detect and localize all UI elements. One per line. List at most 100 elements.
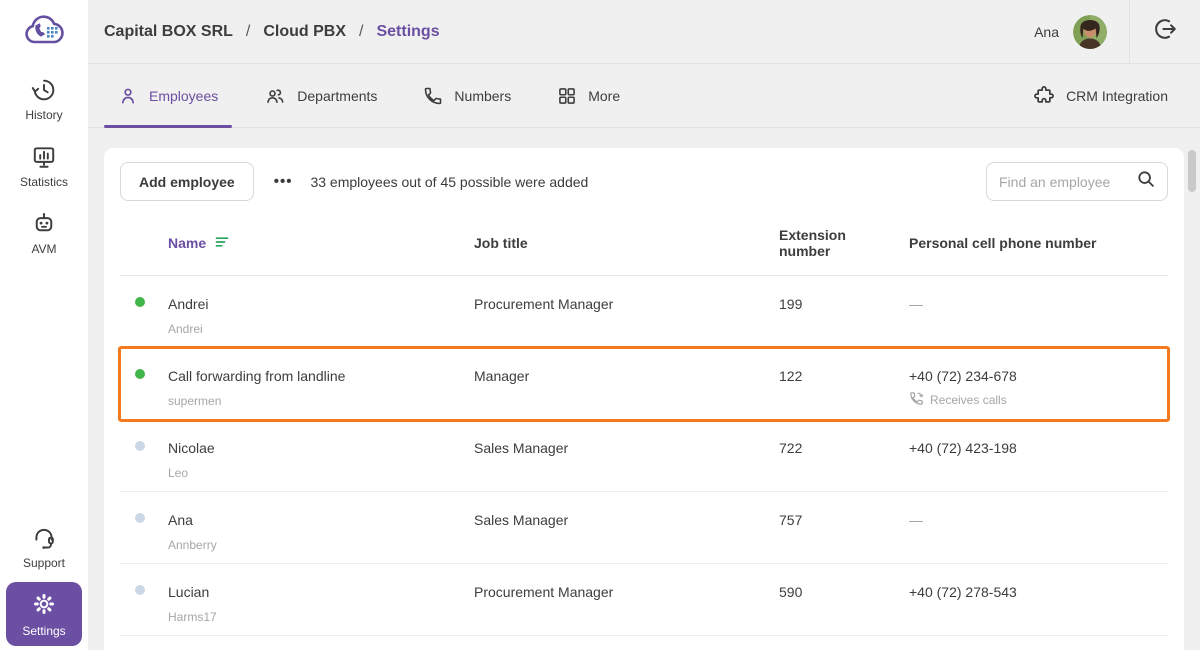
- logout-button[interactable]: [1130, 0, 1200, 63]
- add-employee-button[interactable]: Add employee: [120, 162, 254, 201]
- job-title-cell: Procurement Manager: [474, 584, 614, 600]
- people-icon: [264, 86, 286, 106]
- user-name: Ana: [1034, 23, 1059, 40]
- sort-icon: [214, 235, 230, 252]
- breadcrumb-separator: /: [359, 22, 364, 40]
- breadcrumb-cloud-pbx[interactable]: Cloud PBX: [263, 23, 346, 41]
- sidebar-item-label: Statistics: [19, 175, 68, 189]
- status-dot: [135, 513, 145, 523]
- tab-label: CRM Integration: [1066, 87, 1168, 104]
- name-cell: Nicolae Leo: [168, 420, 474, 491]
- sidebar-item-avm[interactable]: AVM: [31, 211, 57, 256]
- table-row[interactable]: Call forwarding from landline supermen M…: [118, 346, 1170, 422]
- status-cell: [120, 276, 168, 347]
- extension-cell: 722: [779, 440, 803, 456]
- status-cell: [120, 348, 168, 419]
- table-row[interactable]: Ana Annberry Sales Manager 757 —: [120, 492, 1168, 564]
- phone-number: +40 (72) 234-678: [909, 368, 1017, 384]
- avatar[interactable]: [1073, 14, 1107, 49]
- column-header-job-title: Job title: [474, 235, 528, 251]
- statistics-icon: [31, 144, 57, 170]
- robot-icon: [31, 211, 57, 237]
- phone-cell: +40 (72) 278-543: [909, 564, 1168, 635]
- tab-employees[interactable]: Employees: [104, 64, 233, 128]
- tab-more[interactable]: More: [543, 64, 634, 127]
- status-cell: [120, 564, 168, 635]
- app-window: History Statistics AVM Support Settings …: [0, 0, 1200, 650]
- employee-username: supermen: [168, 394, 222, 408]
- search-icon[interactable]: [1135, 168, 1157, 195]
- employee-username: Annberry: [168, 538, 217, 552]
- name-cell: Call forwarding from landline supermen: [168, 348, 474, 419]
- main-area: Capital BOX SRL / Cloud PBX / Settings A…: [88, 0, 1200, 650]
- person-icon: [118, 86, 138, 106]
- more-menu-icon[interactable]: •••: [274, 173, 293, 190]
- job-title-cell: Sales Manager: [474, 512, 569, 528]
- phone-cell: +40 (72) 423-198: [909, 420, 1168, 491]
- breadcrumb-company[interactable]: Capital BOX SRL: [104, 23, 233, 41]
- content-area: Add employee ••• 33 employees out of 45 …: [88, 128, 1200, 650]
- search-input[interactable]: [999, 173, 1135, 190]
- status-dot: [135, 297, 145, 307]
- tab-departments[interactable]: Departments: [250, 64, 391, 127]
- phone-icon: [423, 86, 443, 106]
- gear-icon: [31, 591, 57, 620]
- table-row[interactable]: Lucian Harms17 Procurement Manager 590 +…: [120, 564, 1168, 636]
- table-row[interactable]: Nicolae Leo Sales Manager 722 +40 (72) 4…: [120, 420, 1168, 492]
- sidebar-item-history[interactable]: History: [25, 77, 63, 122]
- cloud-phone-logo-icon[interactable]: [21, 9, 67, 55]
- employee-username: Andrei: [168, 322, 203, 336]
- job-title-cell: Sales Manager: [474, 440, 569, 456]
- tab-numbers[interactable]: Numbers: [409, 64, 525, 127]
- sidebar-item-label: Support: [22, 556, 66, 570]
- employee-name: Ana: [168, 512, 193, 528]
- employees-card: Add employee ••• 33 employees out of 45 …: [104, 148, 1184, 650]
- sidebar-item-statistics[interactable]: Statistics: [20, 144, 68, 189]
- search-box: [986, 162, 1168, 201]
- phone-number: +40 (72) 423-198: [909, 440, 1017, 456]
- table-row[interactable]: Andrei Andrei Procurement Manager 199 —: [120, 276, 1168, 348]
- employee-name: Lucian: [168, 584, 210, 600]
- tab-label: More: [588, 87, 621, 104]
- employee-name: Andrei: [168, 296, 209, 312]
- column-header-extension: Extension number: [779, 227, 846, 259]
- tab-label: Departments: [297, 87, 378, 104]
- top-bar: Capital BOX SRL / Cloud PBX / Settings A…: [88, 0, 1200, 64]
- breadcrumb-separator: /: [245, 22, 251, 40]
- column-header-name[interactable]: Name: [168, 235, 474, 252]
- extension-cell: 122: [779, 368, 803, 384]
- sidebar-item-settings[interactable]: Settings: [6, 582, 82, 646]
- history-icon: [31, 77, 57, 103]
- employee-username: Leo: [168, 466, 189, 480]
- job-title-cell: Procurement Manager: [474, 296, 614, 312]
- phone-cell: +40 (72) 234-678 Receives calls: [909, 348, 1168, 419]
- toolbar: Add employee ••• 33 employees out of 45 …: [120, 148, 1168, 213]
- vertical-scrollbar[interactable]: [1188, 150, 1196, 192]
- status-cell: [120, 492, 168, 563]
- column-header-phone: Personal cell phone number: [909, 235, 1097, 251]
- phone-number: —: [909, 296, 923, 312]
- employee-username: Harms17: [168, 610, 217, 624]
- extension-cell: 199: [779, 296, 803, 312]
- name-cell: Lucian Harms17: [168, 564, 474, 635]
- sidebar-item-support[interactable]: Support: [23, 525, 65, 570]
- tab-crm-integration[interactable]: CRM Integration: [1019, 64, 1182, 127]
- extension-cell: 757: [779, 512, 803, 528]
- sidebar: History Statistics AVM Support Settings: [0, 0, 88, 650]
- employee-count-summary: 33 employees out of 45 possible were add…: [310, 173, 589, 190]
- phone-cell: —: [909, 276, 1168, 347]
- name-cell: Ana Annberry: [168, 492, 474, 563]
- headset-icon: [31, 525, 57, 551]
- employee-name: Nicolae: [168, 440, 215, 456]
- table-header: Name Job title Extension number Personal…: [120, 213, 1168, 276]
- grid-icon: [557, 86, 577, 106]
- status-cell: [120, 420, 168, 491]
- status-dot: [135, 585, 145, 595]
- tab-bar: Employees Departments Numbers More CRM I…: [88, 64, 1200, 128]
- receives-calls-icon: [909, 391, 924, 409]
- name-cell: Andrei Andrei: [168, 276, 474, 347]
- puzzle-icon: [1033, 85, 1055, 107]
- sidebar-item-label: Settings: [22, 624, 66, 638]
- tab-label: Employees: [149, 87, 219, 104]
- breadcrumb: Capital BOX SRL / Cloud PBX / Settings: [104, 23, 440, 41]
